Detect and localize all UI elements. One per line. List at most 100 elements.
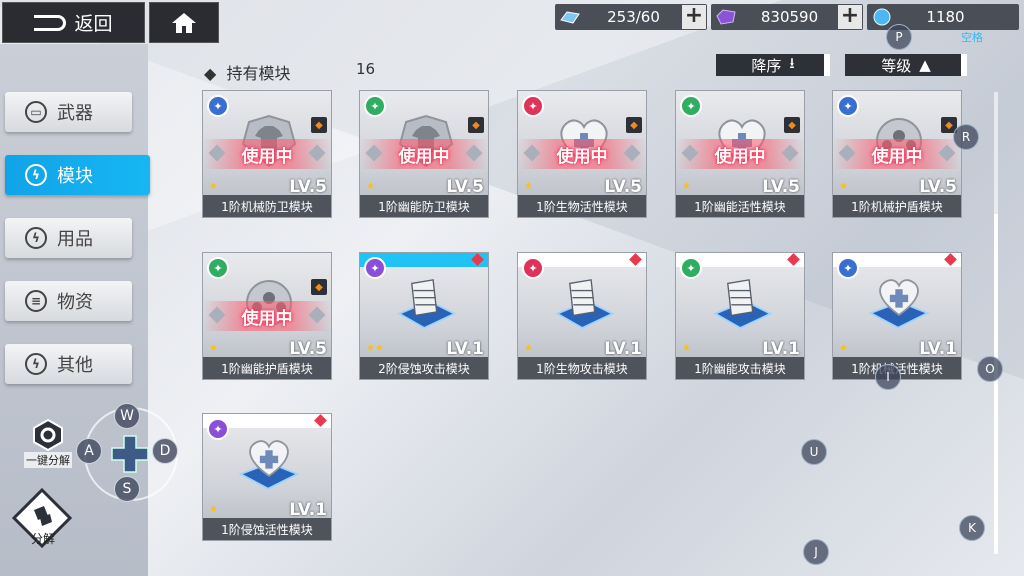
module-level: LV.1 xyxy=(762,339,800,359)
module-type-icon: ✦ xyxy=(837,257,859,279)
module-card[interactable]: ✦ ◆ 使用中 ★ LV.5 1阶幽能防卫模块 xyxy=(359,90,489,218)
back-arrow-icon xyxy=(34,14,67,31)
scrollbar-thumb[interactable] xyxy=(994,214,998,554)
star-rating: ★ xyxy=(209,181,218,192)
star-rating: ★ xyxy=(209,504,218,515)
bolt-icon: ϟ xyxy=(25,164,47,186)
module-name: 1阶生物活性模块 xyxy=(518,195,646,217)
sidebar-item-supplies[interactable]: ϟ 用品 xyxy=(5,218,132,258)
top-bar: 返回 253/60 + 830590 + 1180 + xyxy=(0,0,1024,44)
key-d[interactable]: D xyxy=(152,438,178,464)
key-s[interactable]: S xyxy=(114,476,140,502)
stamina-counter: 253/60 + xyxy=(555,4,707,30)
module-card[interactable]: ✦ ◆ 使用中 ★ LV.5 1阶幽能护盾模块 xyxy=(202,252,332,380)
module-level: LV.5 xyxy=(604,177,642,197)
hex-icon xyxy=(33,418,63,452)
stamina-add-button[interactable]: + xyxy=(682,5,706,29)
module-art-icon xyxy=(552,271,616,335)
module-level: LV.1 xyxy=(446,339,484,359)
module-name: 1阶侵蚀活性模块 xyxy=(203,518,331,540)
key-hint-i[interactable]: I xyxy=(875,364,901,390)
module-card[interactable]: ✦ ◆ 使用中 ★ LV.5 1阶机械护盾模块 xyxy=(832,90,962,218)
module-level: LV.5 xyxy=(289,177,327,197)
chip-value: 1180 xyxy=(926,8,965,26)
sidebar-item-materials[interactable]: ≡ 物资 xyxy=(5,281,132,321)
sidebar-item-label: 武器 xyxy=(57,103,93,124)
sidebar-item-other[interactable]: ϟ 其他 xyxy=(5,344,132,384)
module-type-icon: ✦ xyxy=(522,257,544,279)
key-hint-o[interactable]: O xyxy=(977,356,1003,382)
arrow-down-icon: ⭳ xyxy=(789,53,795,72)
key-a[interactable]: A xyxy=(76,438,102,464)
module-card[interactable]: ✦ ★ LV.1 1阶幽能攻击模块 xyxy=(675,252,805,380)
star-rating: ★ xyxy=(524,343,533,354)
sidebar-item-modules[interactable]: ϟ 模块 xyxy=(5,155,150,195)
star-rating: ★ xyxy=(839,343,848,354)
module-art-icon xyxy=(710,271,774,335)
sidebar-item-weapons[interactable]: ▭ 武器 xyxy=(5,92,132,132)
sort-key-button[interactable]: 等级 ▲ xyxy=(845,54,967,76)
star-rating: ★ xyxy=(524,181,533,192)
module-card[interactable]: ✦★LV.11阶机械活性模块 xyxy=(832,252,962,380)
module-name: 2阶侵蚀攻击模块 xyxy=(360,357,488,379)
stamina-icon xyxy=(555,4,585,30)
disassemble-all-button[interactable]: 一键分解 xyxy=(20,418,76,470)
module-art-icon xyxy=(237,432,301,496)
crystal-counter: 830590 + xyxy=(711,4,863,30)
module-card[interactable]: ✦ ◆ 使用中 ★ LV.5 1阶机械防卫模块 xyxy=(202,90,332,218)
module-type-icon: ✦ xyxy=(364,257,386,279)
star-rating: ★★ xyxy=(366,343,384,354)
module-name: 1阶幽能活性模块 xyxy=(676,195,804,217)
module-type-icon: ✦ xyxy=(207,418,229,440)
crystal-add-button[interactable]: + xyxy=(838,5,862,29)
module-level: LV.5 xyxy=(919,177,957,197)
key-hint-j[interactable]: J xyxy=(803,539,829,565)
star-rating: ★ xyxy=(366,181,375,192)
module-name: 1阶机械护盾模块 xyxy=(833,195,961,217)
module-card[interactable]: ✦ ◆ 使用中 ★ LV.5 1阶生物活性模块 xyxy=(517,90,647,218)
back-button[interactable]: 返回 xyxy=(2,2,145,43)
key-hint-space[interactable]: 空格 xyxy=(955,24,989,50)
home-button[interactable] xyxy=(149,2,219,43)
disassemble-all-label: 一键分解 xyxy=(24,452,72,468)
module-art-icon xyxy=(867,271,931,335)
in-use-label: 使用中 xyxy=(360,139,488,169)
in-use-label: 使用中 xyxy=(676,139,804,169)
star-rating: ★ xyxy=(209,343,218,354)
module-type-icon: ✦ xyxy=(680,95,702,117)
bolt-icon: ϟ xyxy=(25,227,47,249)
in-use-label: 使用中 xyxy=(518,139,646,169)
sort-key-label: 等级 xyxy=(881,56,912,75)
sort-order-label: 降序 xyxy=(751,56,782,75)
module-name: 1阶幽能防卫模块 xyxy=(360,195,488,217)
in-use-label: 使用中 xyxy=(203,139,331,169)
in-use-label: 使用中 xyxy=(833,139,961,169)
disassemble-button[interactable]: 分解 xyxy=(12,488,74,550)
module-type-icon: ✦ xyxy=(207,257,229,279)
sort-order-button[interactable]: 降序 ⭳ xyxy=(716,54,830,76)
module-art-icon xyxy=(394,271,458,335)
sidebar-item-label: 其他 xyxy=(57,355,93,376)
section-title: ◆ 持有模块 xyxy=(204,64,291,83)
module-card[interactable]: ✦ ◆ 使用中 ★ LV.5 1阶幽能活性模块 xyxy=(675,90,805,218)
module-card[interactable]: ✦ ★★ LV.1 2阶侵蚀攻击模块 xyxy=(359,252,489,380)
module-card[interactable]: ✦ ★ LV.1 1阶生物攻击模块 xyxy=(517,252,647,380)
sidebar-item-label: 模块 xyxy=(57,166,93,187)
sidebar-item-label: 用品 xyxy=(57,229,93,250)
slot-icon: ◆ xyxy=(784,117,800,133)
key-hint-r[interactable]: R xyxy=(953,124,979,150)
key-w[interactable]: W xyxy=(114,403,140,429)
module-count: 16 xyxy=(356,60,376,78)
module-card[interactable]: ✦ ★ LV.1 1阶侵蚀活性模块 xyxy=(202,413,332,541)
key-hint-k[interactable]: K xyxy=(959,515,985,541)
module-level: LV.5 xyxy=(762,177,800,197)
key-hint-u[interactable]: U xyxy=(801,439,827,465)
scrollbar[interactable] xyxy=(994,92,998,554)
module-type-icon: ✦ xyxy=(680,257,702,279)
module-type-icon: ✦ xyxy=(364,95,386,117)
key-hint-p[interactable]: P xyxy=(886,24,912,50)
stamina-value: 253/60 xyxy=(607,8,660,26)
module-level: LV.1 xyxy=(289,500,327,520)
module-name: 1阶幽能攻击模块 xyxy=(676,357,804,379)
dpad-cross-icon xyxy=(111,435,149,473)
